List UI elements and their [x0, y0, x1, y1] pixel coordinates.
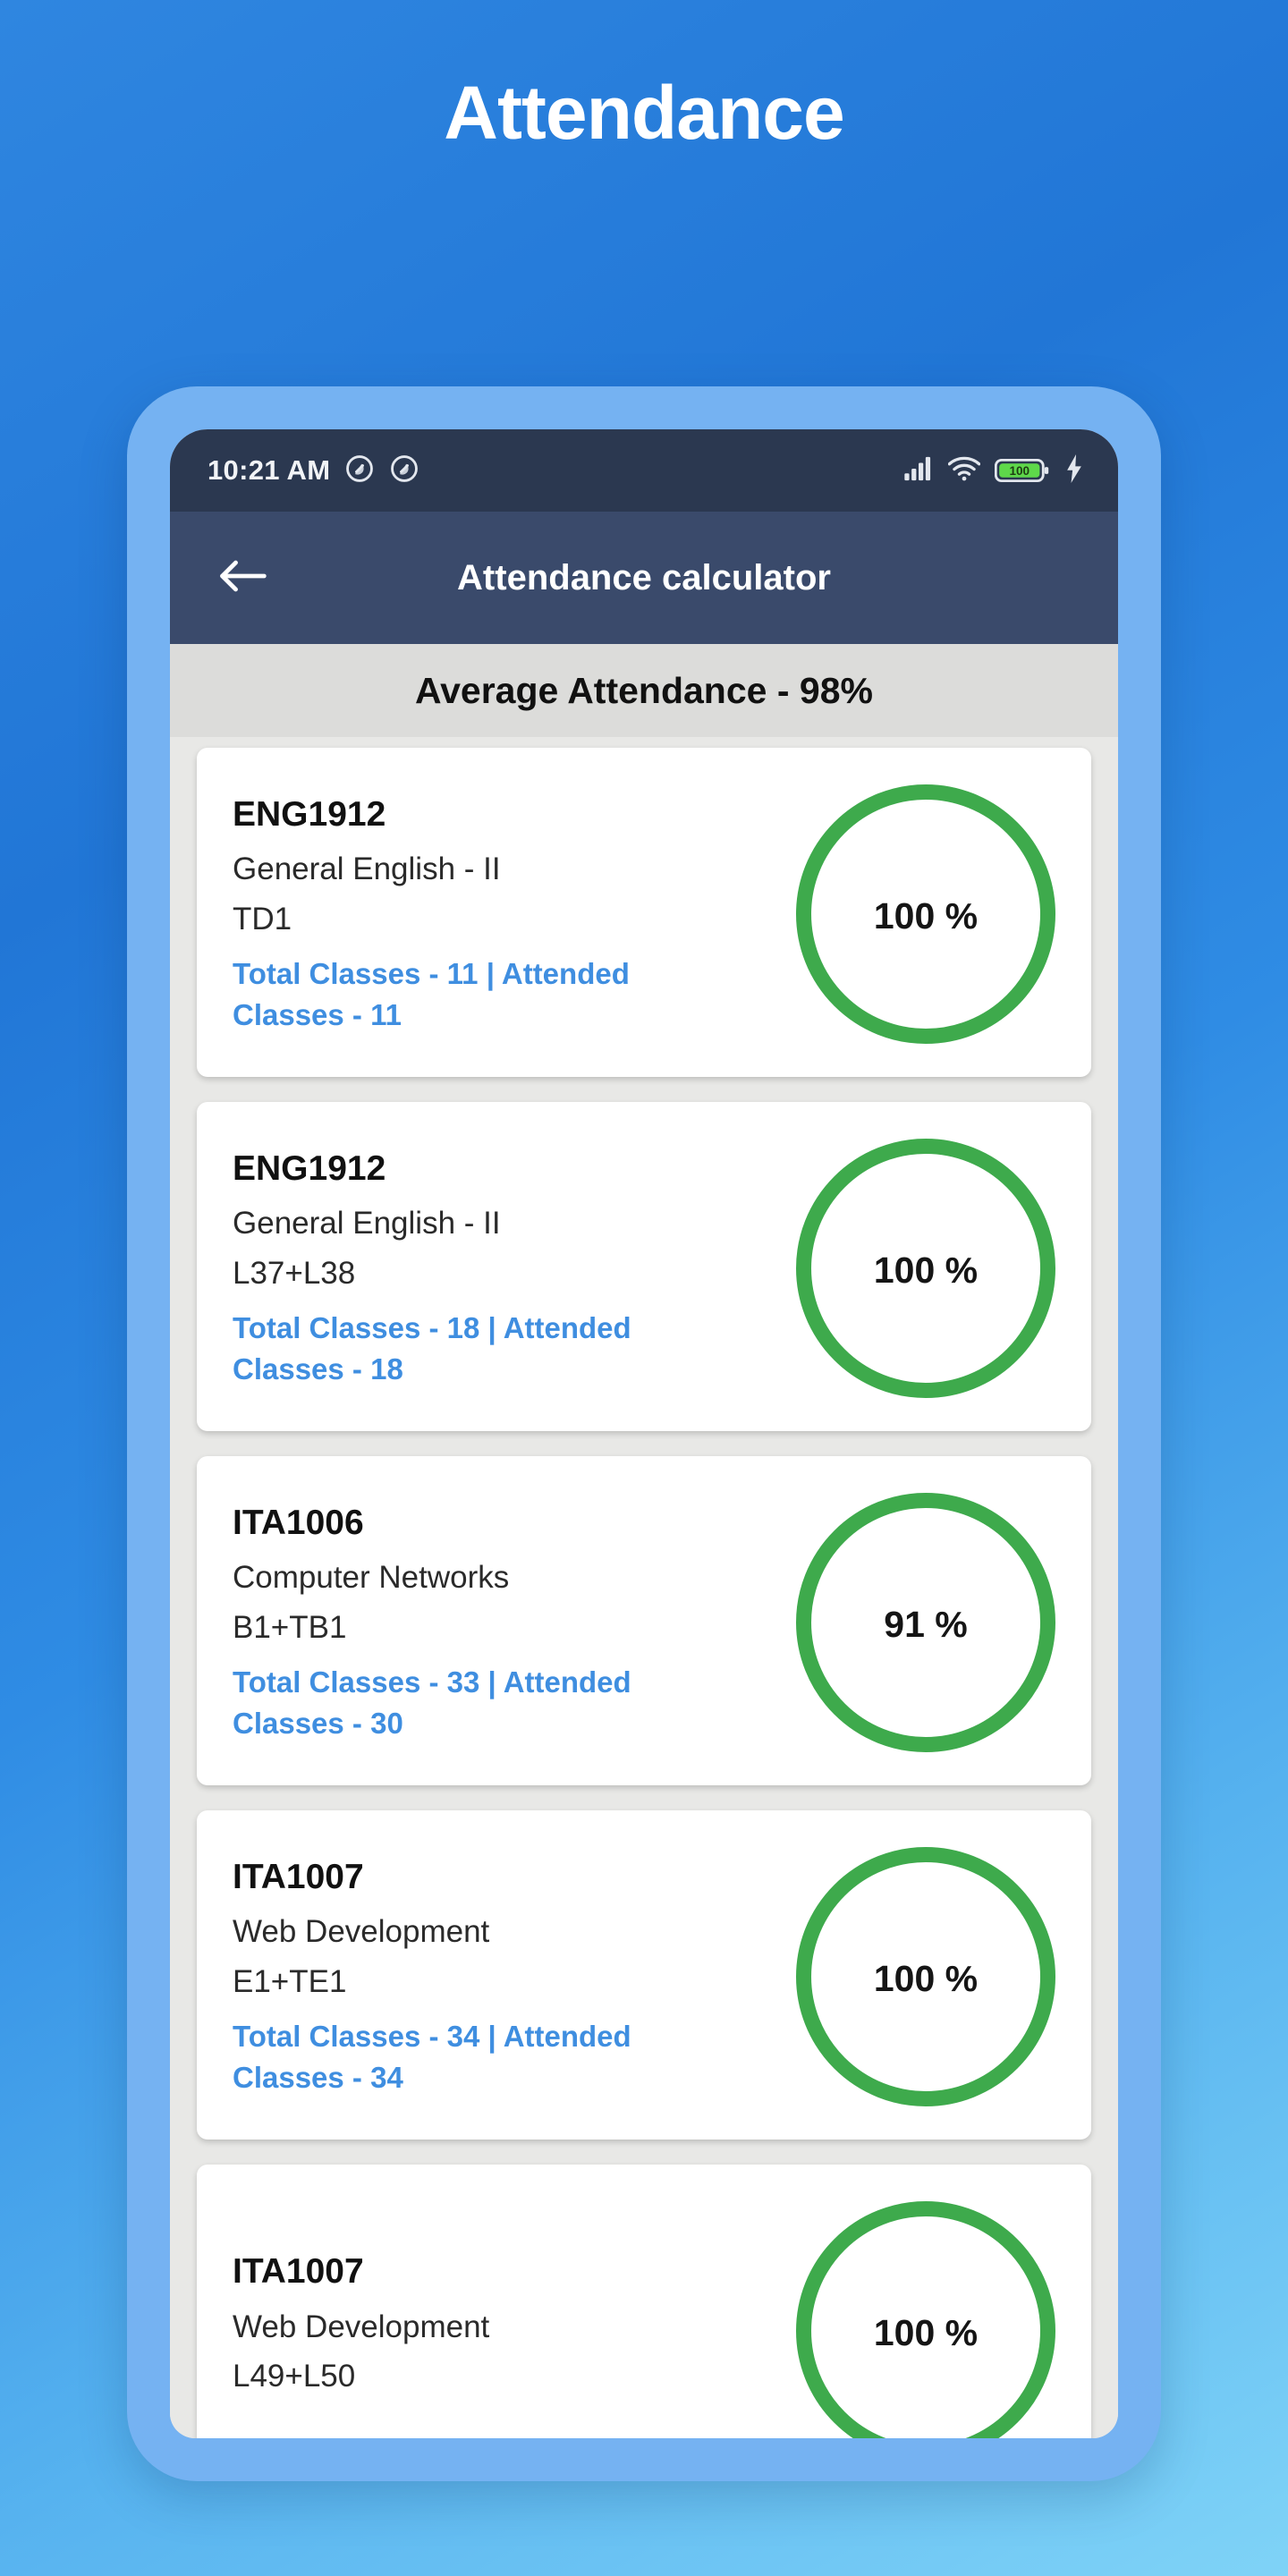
attendance-percent: 100 % — [874, 1250, 978, 1292]
attendance-ring: 100 % — [796, 1139, 1055, 1398]
course-code: ITA1007 — [233, 2250, 784, 2294]
course-slot: TD1 — [233, 899, 784, 940]
course-slot: L49+L50 — [233, 2356, 784, 2397]
course-info: ITA1006 Computer Networks B1+TB1 Total C… — [233, 1502, 796, 1744]
course-name: General English - II — [233, 849, 784, 890]
course-card[interactable]: ENG1912 General English - II TD1 Total C… — [197, 748, 1091, 1077]
attendance-percent: 100 % — [874, 2312, 978, 2354]
course-code: ENG1912 — [233, 1148, 784, 1191]
attendance-ring: 91 % — [796, 1493, 1055, 1752]
mute-circle-icon — [389, 453, 419, 488]
average-attendance-text: Average Attendance - 98% — [415, 670, 873, 712]
attendance-percent: 100 % — [874, 895, 978, 937]
course-classes: Total Classes - 11 | Attended Classes - … — [233, 953, 733, 1035]
course-name: General English - II — [233, 1203, 784, 1244]
status-bar-left: 10:21 AM — [208, 453, 419, 488]
course-info: ENG1912 General English - II TD1 Total C… — [233, 793, 796, 1036]
signal-icon — [903, 455, 934, 487]
course-card[interactable]: ITA1007 Web Development L49+L50 100 % — [197, 2165, 1091, 2438]
back-button[interactable] — [209, 545, 275, 611]
course-name: Web Development — [233, 2307, 784, 2348]
arrow-left-icon — [217, 555, 267, 602]
average-attendance-header: Average Attendance - 98% — [170, 644, 1118, 737]
course-info: ITA1007 Web Development L49+L50 — [233, 2250, 796, 2411]
app-bar-title: Attendance calculator — [170, 558, 1118, 598]
attendance-ring: 100 % — [796, 2201, 1055, 2438]
status-bar-clock: 10:21 AM — [208, 454, 330, 487]
wifi-icon — [948, 455, 980, 487]
attendance-percent: 100 % — [874, 1958, 978, 2000]
course-card[interactable]: ITA1006 Computer Networks B1+TB1 Total C… — [197, 1456, 1091, 1785]
course-card-list[interactable]: ENG1912 General English - II TD1 Total C… — [170, 737, 1118, 2438]
course-classes: Total Classes - 34 | Attended Classes - … — [233, 2016, 733, 2097]
page-title-text: Attendance — [444, 70, 843, 157]
charging-bolt-icon — [1064, 454, 1084, 487]
course-slot: E1+TE1 — [233, 1962, 784, 2003]
course-code: ITA1006 — [233, 1502, 784, 1546]
course-classes: Total Classes - 18 | Attended Classes - … — [233, 1308, 733, 1389]
course-code: ITA1007 — [233, 1856, 784, 1900]
course-classes: Total Classes - 33 | Attended Classes - … — [233, 1662, 733, 1743]
app-bar: Attendance calculator — [170, 512, 1118, 644]
status-bar: 10:21 AM — [170, 429, 1118, 512]
course-card[interactable]: ITA1007 Web Development E1+TE1 Total Cla… — [197, 1810, 1091, 2140]
course-slot: L37+L38 — [233, 1253, 784, 1294]
attendance-ring: 100 % — [796, 784, 1055, 1044]
phone-screen: 10:21 AM — [170, 429, 1118, 2438]
attendance-ring: 100 % — [796, 1847, 1055, 2106]
phone-frame: 10:21 AM — [127, 386, 1161, 2481]
mute-circle-icon — [344, 453, 375, 488]
svg-text:100: 100 — [1009, 464, 1030, 478]
battery-icon: 100 — [995, 456, 1050, 485]
attendance-percent: 91 % — [884, 1604, 967, 1646]
course-name: Web Development — [233, 1911, 784, 1953]
course-card[interactable]: ENG1912 General English - II L37+L38 Tot… — [197, 1102, 1091, 1431]
status-bar-right: 100 — [903, 454, 1084, 487]
course-slot: B1+TB1 — [233, 1607, 784, 1648]
page-title: Attendance — [0, 0, 1288, 210]
course-code: ENG1912 — [233, 793, 784, 837]
course-name: Computer Networks — [233, 1557, 784, 1598]
course-info: ITA1007 Web Development E1+TE1 Total Cla… — [233, 1856, 796, 2098]
course-info: ENG1912 General English - II L37+L38 Tot… — [233, 1148, 796, 1390]
